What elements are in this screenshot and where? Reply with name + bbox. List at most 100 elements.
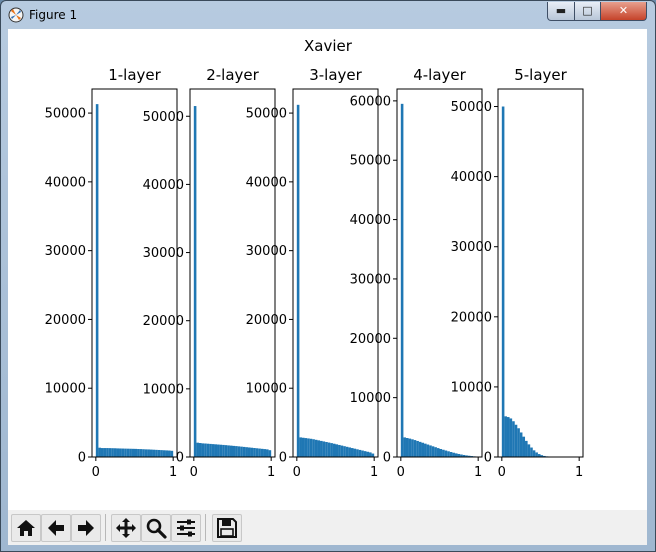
- histogram-bar: [403, 437, 406, 457]
- forward-button[interactable]: [71, 514, 101, 542]
- histogram-bar: [527, 444, 531, 457]
- x-tick-label: 1: [370, 465, 378, 480]
- histogram-bar: [204, 443, 207, 457]
- histogram-bar: [232, 445, 236, 457]
- histogram-bar: [98, 447, 101, 457]
- histogram-bar: [350, 448, 354, 457]
- histogram-bar: [240, 446, 243, 457]
- histogram-bar: [250, 447, 254, 457]
- zoom-button[interactable]: [141, 514, 171, 542]
- axes-frame: [497, 88, 584, 458]
- y-tick-label: 40000: [45, 175, 86, 190]
- histogram-bar: [219, 444, 223, 457]
- axes-frame: [189, 88, 276, 458]
- histogram-bar: [121, 448, 125, 457]
- histogram-bar: [227, 445, 230, 457]
- x-tick-label: 1: [169, 465, 177, 480]
- figure-suptitle: Xavier: [304, 37, 353, 55]
- home-button[interactable]: [11, 514, 41, 542]
- histogram-bar: [400, 103, 404, 457]
- histogram-bar: [512, 421, 515, 457]
- histogram-bar: [320, 440, 323, 457]
- window-title: Figure 1: [29, 8, 78, 22]
- histogram-bar: [149, 449, 153, 457]
- maximize-button[interactable]: □: [574, 2, 601, 21]
- y-tick-label: 30000: [350, 272, 391, 287]
- histogram-bar: [217, 444, 220, 457]
- histogram-figure: Xavier 1-layer 0 10000 20000 30000 40000 50000…: [45, 37, 584, 480]
- histogram-bar: [519, 432, 523, 457]
- histogram-bar: [100, 448, 104, 457]
- histogram-bar: [307, 438, 310, 457]
- subplot-title: 5-layer: [514, 66, 567, 84]
- histogram-bar: [449, 452, 453, 457]
- x-tick-label: 1: [474, 465, 482, 480]
- histogram-bar: [436, 448, 440, 457]
- histogram-bar: [111, 448, 114, 457]
- y-tick-label: 40000: [350, 213, 391, 228]
- histogram-bar: [517, 428, 520, 457]
- histogram-bar: [124, 448, 127, 457]
- subplot-5: 5-layer010000200003000040000500000 1: [451, 66, 584, 480]
- histogram-bar: [343, 446, 346, 457]
- histogram-bar: [229, 445, 233, 457]
- histogram-bar: [447, 451, 450, 457]
- histogram-bar: [255, 448, 259, 457]
- histogram-bar: [338, 444, 341, 457]
- subplot-title: 4-layer: [413, 66, 466, 84]
- histogram-bar: [222, 444, 225, 457]
- y-tick-label: 40000: [451, 170, 492, 185]
- figure-canvas[interactable]: Xavier 1-layer 0 10000 20000 30000 40000 50000…: [8, 29, 647, 510]
- histogram-bar: [131, 448, 135, 457]
- histogram-bar: [235, 446, 238, 457]
- y-tick-label: 20000: [143, 314, 184, 329]
- histogram-bar: [421, 442, 425, 457]
- y-tick-label: 10000: [246, 382, 287, 397]
- save-button[interactable]: [212, 514, 242, 542]
- subplot-title: 1-layer: [108, 66, 161, 84]
- subplot-1: 1-layer 0 10000 20000 30000 40000 50000 0 1: [45, 66, 178, 480]
- histogram-bar: [309, 438, 313, 457]
- histogram-bar: [452, 452, 455, 457]
- histogram-bar: [504, 416, 507, 457]
- histogram-bar: [134, 448, 138, 457]
- histogram-bar: [361, 450, 364, 457]
- histogram-bar: [317, 440, 321, 457]
- subplot-4: 4-layer01000020000300004000050000600000 1: [350, 66, 483, 480]
- x-tick-label: 0: [293, 465, 301, 480]
- histogram-bar: [206, 443, 210, 457]
- histogram-bar: [245, 447, 248, 457]
- x-tick-label: 0: [498, 465, 506, 480]
- histogram-bar: [424, 443, 427, 457]
- y-tick-label: 30000: [143, 246, 184, 261]
- y-tick-label: 10000: [45, 382, 86, 397]
- histogram-bar: [147, 449, 150, 457]
- histogram-bar: [162, 450, 166, 457]
- histogram-bar: [434, 447, 437, 457]
- histogram-bar: [144, 449, 148, 457]
- close-button[interactable]: ✕: [600, 2, 647, 21]
- y-tick-label: 30000: [45, 244, 86, 259]
- histogram-bar: [514, 424, 518, 457]
- histogram-bar: [108, 448, 112, 457]
- arrow-left-icon: [48, 520, 64, 536]
- histogram-bar: [247, 447, 251, 457]
- back-button[interactable]: [41, 514, 71, 542]
- histogram-bar: [119, 448, 122, 457]
- configure-subplots-button[interactable]: [171, 514, 201, 542]
- histogram-bar: [103, 448, 107, 457]
- y-tick-label: 50000: [451, 100, 492, 115]
- y-tick-label: 0: [78, 451, 86, 466]
- y-tick-label: 20000: [350, 332, 391, 347]
- histogram-bar: [442, 449, 445, 457]
- histogram-bar: [296, 104, 300, 457]
- histogram-bar: [312, 439, 315, 457]
- title-bar[interactable]: Figure 1 ▬ □ ✕: [1, 1, 655, 29]
- minimize-button[interactable]: ▬: [547, 2, 575, 21]
- pan-button[interactable]: [111, 514, 141, 542]
- histogram-bar: [426, 444, 430, 457]
- x-tick-label: 0: [92, 465, 100, 480]
- histogram-bar: [198, 443, 202, 457]
- histogram-bar: [358, 449, 362, 457]
- histogram-bar: [106, 448, 109, 457]
